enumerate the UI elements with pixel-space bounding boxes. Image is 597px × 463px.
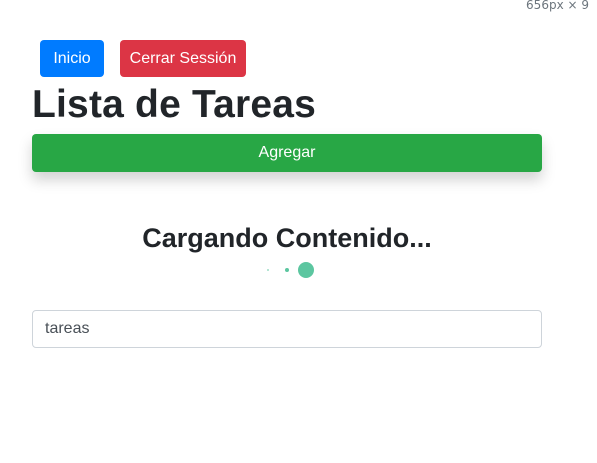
loading-text: Cargando Contenido... [142,223,432,253]
page-title: Lista de Tareas [32,83,317,126]
spinner-dot [267,269,269,271]
spinner-dot [298,262,314,278]
spinner-dot [285,268,289,272]
home-button[interactable]: Inicio [40,40,104,77]
logout-button[interactable]: Cerrar Sessión [120,40,246,77]
add-task-button[interactable]: Agregar [32,134,542,172]
task-search-input[interactable] [32,310,542,348]
loading-spinner-icon [262,262,322,278]
viewport-size-indicator: 656px × 9 [526,0,589,12]
